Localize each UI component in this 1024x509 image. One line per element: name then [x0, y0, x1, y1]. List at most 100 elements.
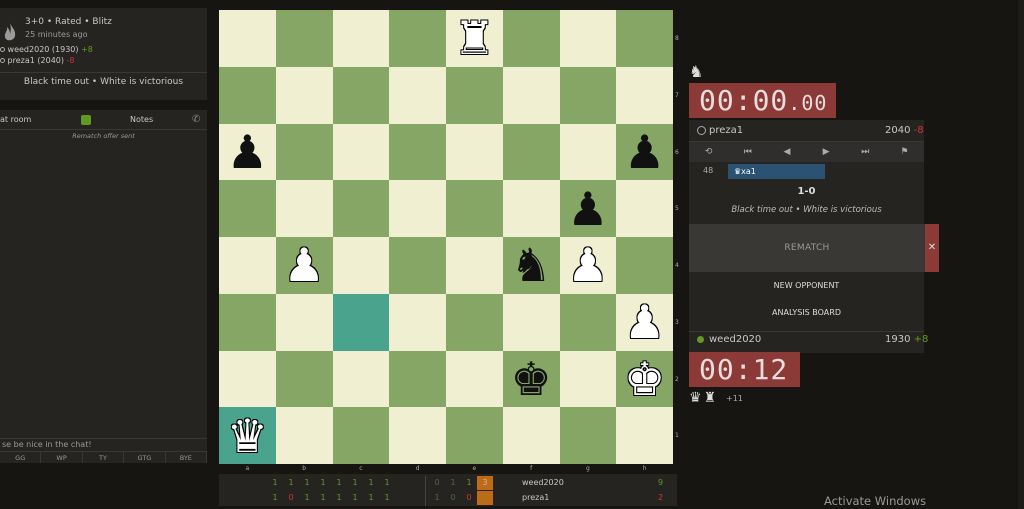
crosstable-player-1[interactable]: weed2020	[522, 478, 564, 487]
crosstable-result[interactable]: 1	[267, 493, 283, 502]
crosstable-result[interactable]: 1	[363, 493, 379, 502]
square-a8[interactable]	[219, 10, 276, 67]
crosstable-result[interactable]: 1	[363, 478, 379, 487]
black-piece-icon[interactable]: ♟	[624, 129, 665, 175]
chess-board[interactable]: ♜ ♟ ♟ ♟ ♟ ♞ ♟ ♟ ♚ ♚ ♛	[219, 10, 673, 464]
crosstable-result[interactable]: 1	[331, 478, 347, 487]
square-g6[interactable]	[559, 123, 617, 181]
square-g3[interactable]	[559, 293, 617, 351]
scrollbar[interactable]	[1018, 0, 1024, 509]
white-piece-icon[interactable]: ♟	[284, 242, 325, 288]
square-h4[interactable]	[616, 237, 673, 294]
top-player-name[interactable]: preza1	[709, 125, 743, 136]
square-c8[interactable]	[332, 10, 390, 67]
square-e4[interactable]	[446, 237, 503, 294]
square-a7[interactable]	[219, 66, 276, 124]
square-a1[interactable]: ♛	[219, 407, 276, 464]
preset-ty-button[interactable]: TY	[83, 452, 125, 463]
crosstable-result[interactable]: 1	[445, 478, 461, 487]
rematch-decline-button[interactable]: ✕	[925, 224, 939, 272]
square-b6[interactable]	[275, 123, 333, 181]
square-h5[interactable]	[616, 180, 673, 237]
square-b1[interactable]	[275, 407, 333, 464]
chat-toggle-checkbox[interactable]	[81, 115, 91, 125]
square-b5[interactable]	[275, 180, 333, 237]
square-g8[interactable]	[559, 10, 617, 67]
square-e1[interactable]	[446, 407, 503, 464]
crosstable-player-2[interactable]: preza1	[522, 493, 549, 502]
square-a4[interactable]	[219, 237, 276, 294]
new-opponent-button[interactable]: NEW OPPONENT	[689, 281, 924, 290]
last-move-icon[interactable]: ⏭	[846, 142, 885, 162]
white-piece-icon[interactable]: ♟	[624, 299, 665, 345]
square-e2[interactable]	[446, 350, 503, 408]
crosstable-result[interactable]: 1	[315, 493, 331, 502]
square-c4[interactable]	[332, 237, 390, 294]
crosstable-result[interactable]: 1	[299, 478, 315, 487]
square-d2[interactable]	[389, 350, 446, 408]
square-g7[interactable]	[559, 66, 617, 124]
next-move-icon[interactable]: ▶	[807, 142, 846, 162]
black-piece-icon[interactable]: ♚	[511, 356, 552, 402]
crosstable-result[interactable]: 1	[347, 478, 363, 487]
white-piece-icon[interactable]: ♛	[227, 413, 268, 459]
black-piece-icon[interactable]: ♟	[567, 186, 608, 232]
square-h1[interactable]	[616, 407, 673, 464]
square-h7[interactable]	[616, 66, 673, 124]
square-f2[interactable]: ♚	[502, 350, 560, 408]
square-c3[interactable]	[332, 293, 390, 351]
crosstable-result[interactable]: 0	[461, 493, 477, 502]
square-a6[interactable]: ♟	[219, 123, 276, 181]
square-c7[interactable]	[332, 66, 390, 124]
black-piece-icon[interactable]: ♞	[511, 242, 552, 288]
move-cell-active[interactable]: ♛xa1	[728, 164, 825, 179]
square-d1[interactable]	[389, 407, 446, 464]
square-f3[interactable]	[502, 293, 560, 351]
square-a2[interactable]	[219, 350, 276, 408]
flip-board-icon[interactable]: ⟲	[689, 142, 728, 162]
square-g4[interactable]: ♟	[559, 237, 617, 294]
crosstable-result[interactable]: 0	[429, 478, 445, 487]
square-a5[interactable]	[219, 180, 276, 237]
square-b8[interactable]	[275, 10, 333, 67]
square-f8[interactable]	[502, 10, 560, 67]
square-b4[interactable]: ♟	[275, 237, 333, 294]
square-c2[interactable]	[332, 350, 390, 408]
analysis-board-button[interactable]: ANALYSIS BOARD	[689, 308, 924, 317]
crosstable-result[interactable]: 1	[461, 478, 477, 487]
square-e3[interactable]	[446, 293, 503, 351]
square-d6[interactable]	[389, 123, 446, 181]
tab-chat-room[interactable]: at room	[0, 115, 31, 124]
square-b2[interactable]	[275, 350, 333, 408]
crosstable-result[interactable]: 1	[267, 478, 283, 487]
crosstable-result[interactable]: 1	[429, 493, 445, 502]
bottom-player-name[interactable]: weed2020	[709, 334, 761, 345]
square-f6[interactable]	[502, 123, 560, 181]
square-d3[interactable]	[389, 293, 446, 351]
square-h8[interactable]	[616, 10, 673, 67]
crosstable-result[interactable]: 1	[379, 478, 395, 487]
preset-gtg-button[interactable]: GTG	[124, 452, 166, 463]
square-h6[interactable]: ♟	[616, 123, 673, 181]
square-g2[interactable]	[559, 350, 617, 408]
rematch-button[interactable]: REMATCH	[689, 224, 925, 272]
square-d4[interactable]	[389, 237, 446, 294]
square-h2[interactable]: ♚	[616, 350, 673, 408]
square-f1[interactable]	[502, 407, 560, 464]
crosstable-result[interactable]: 1	[299, 493, 315, 502]
square-c5[interactable]	[332, 180, 390, 237]
chat-input[interactable]: se be nice in the chat!	[0, 438, 207, 451]
white-piece-icon[interactable]: ♟	[567, 242, 608, 288]
square-c6[interactable]	[332, 123, 390, 181]
preset-bye-button[interactable]: BYE	[166, 452, 208, 463]
square-d8[interactable]	[389, 10, 446, 67]
square-e8[interactable]: ♜	[446, 10, 503, 67]
square-b7[interactable]	[275, 66, 333, 124]
square-c1[interactable]	[332, 407, 390, 464]
crosstable-result[interactable]: 1	[283, 478, 299, 487]
square-b3[interactable]	[275, 293, 333, 351]
first-move-icon[interactable]: ⏮	[728, 142, 767, 162]
black-piece-icon[interactable]: ♟	[227, 129, 268, 175]
tab-notes[interactable]: Notes	[130, 115, 153, 124]
square-d5[interactable]	[389, 180, 446, 237]
